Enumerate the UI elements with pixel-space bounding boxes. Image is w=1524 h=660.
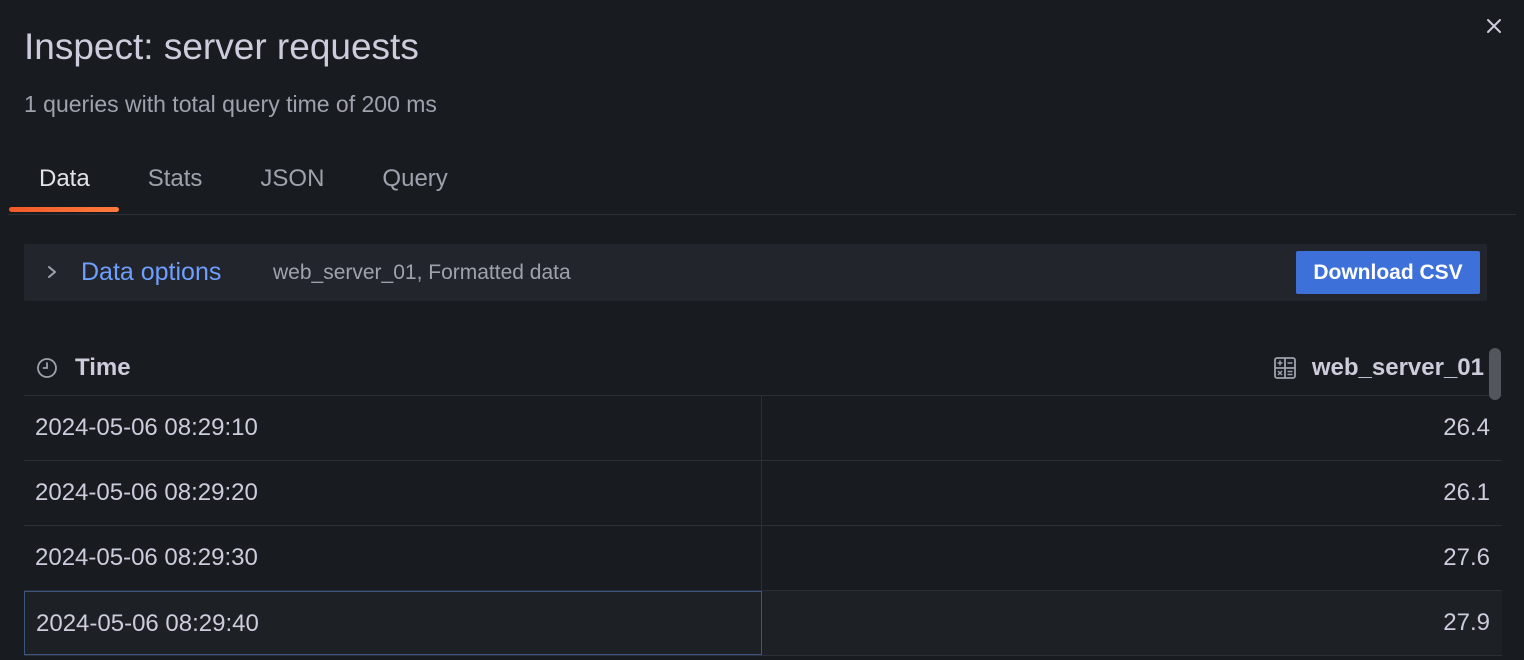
cell-time: 2024-05-06 08:29:20 <box>24 461 762 525</box>
cell-value: 26.1 <box>1443 479 1490 506</box>
cell-value: 27.9 <box>1443 609 1490 636</box>
data-options-bar: Data options web_server_01, Formatted da… <box>24 244 1487 301</box>
tab-bar: Data Stats JSON Query <box>8 150 477 214</box>
table-body: 2024-05-06 08:29:10 26.4 2024-05-06 08:2… <box>24 396 1502 656</box>
column-header-time[interactable]: Time <box>36 354 131 382</box>
data-options-label[interactable]: Data options <box>81 256 221 288</box>
tab-json[interactable]: JSON <box>231 150 353 214</box>
tab-data[interactable]: Data <box>8 150 119 214</box>
clock-icon <box>36 357 58 379</box>
tab-query[interactable]: Query <box>353 150 476 214</box>
data-options-toggle[interactable] <box>42 261 62 283</box>
tab-stats[interactable]: Stats <box>119 150 232 214</box>
cell-value: 27.6 <box>1443 544 1490 571</box>
tabs-divider <box>8 214 1516 215</box>
inspect-drawer: Inspect: server requests 1 queries with … <box>0 0 1524 660</box>
page-title: Inspect: server requests <box>24 26 419 67</box>
column-header-label: web_server_01 <box>1311 354 1484 381</box>
table-row[interactable]: 2024-05-06 08:29:20 26.1 <box>24 461 1502 526</box>
cell-value: 26.4 <box>1443 414 1490 441</box>
column-header-web-server-01[interactable]: web_server_01 <box>1273 354 1484 382</box>
column-header-label: Time <box>75 354 131 381</box>
table-row[interactable]: 2024-05-06 08:29:30 27.6 <box>24 526 1502 591</box>
cell-time: 2024-05-06 08:29:30 <box>24 526 762 590</box>
calculator-icon <box>1273 356 1297 380</box>
chevron-right-icon <box>48 266 56 278</box>
close-button[interactable] <box>1482 14 1506 38</box>
table-row[interactable]: 2024-05-06 08:29:40 27.9 <box>24 591 1502 656</box>
table-row[interactable]: 2024-05-06 08:29:10 26.4 <box>24 396 1502 461</box>
download-csv-button[interactable]: Download CSV <box>1296 251 1480 294</box>
cell-time: 2024-05-06 08:29:40 <box>24 591 762 655</box>
data-options-description: web_server_01, Formatted data <box>273 261 571 284</box>
cell-time: 2024-05-06 08:29:10 <box>24 396 762 460</box>
close-icon <box>1487 19 1501 33</box>
data-table: Time web_server_01 2024-05-06 08:29:10 2… <box>24 340 1502 660</box>
table-scrollbar[interactable] <box>1489 348 1501 400</box>
page-subtitle: 1 queries with total query time of 200 m… <box>24 91 437 117</box>
table-header: Time web_server_01 <box>24 340 1502 400</box>
